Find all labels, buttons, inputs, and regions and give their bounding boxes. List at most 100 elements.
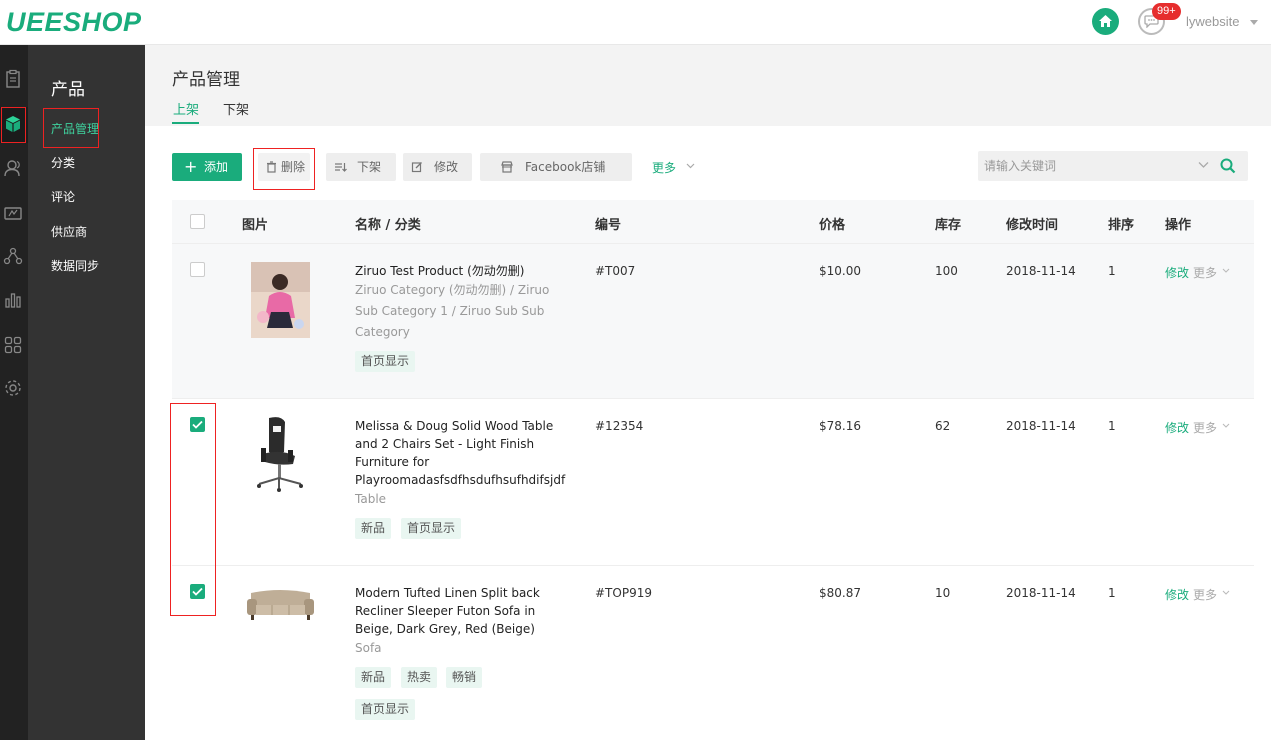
home-button[interactable]	[1092, 8, 1119, 35]
tab-underline	[172, 122, 199, 124]
rail-item-users[interactable]	[0, 151, 28, 187]
chevron-down-icon[interactable]	[1250, 20, 1258, 25]
chevron-down-icon[interactable]	[1222, 423, 1230, 428]
plus-icon: +	[184, 157, 198, 176]
product-stock: 10	[935, 586, 951, 600]
chevron-down-icon[interactable]	[1222, 268, 1230, 273]
product-tag: 首页显示	[355, 699, 416, 720]
row-more-dropdown[interactable]: 更多	[1193, 419, 1217, 436]
product-name[interactable]: Melissa & Doug Solid Wood Table and 2 Ch…	[355, 417, 565, 489]
brand-logo[interactable]: UEESHOP	[6, 7, 142, 38]
highlight-box	[253, 148, 315, 190]
product-name[interactable]: Modern Tufted Linen Split back Recliner …	[355, 584, 565, 638]
stats-icon	[5, 293, 21, 308]
search-box	[978, 151, 1248, 181]
column-header-stock: 库存	[935, 218, 962, 233]
store-icon	[501, 161, 513, 173]
facebook-store-button[interactable]: Facebook店铺	[480, 153, 632, 181]
settings-icon	[5, 380, 21, 396]
column-header-actions: 操作	[1165, 218, 1192, 233]
more-dropdown[interactable]: 更多	[652, 159, 676, 176]
product-tag: 热卖	[401, 667, 438, 688]
rail-item-share[interactable]	[0, 239, 28, 275]
facebook-store-button-label: Facebook店铺	[525, 160, 606, 174]
edit-icon	[411, 162, 422, 173]
highlight-box	[170, 403, 216, 616]
rail-item-orders[interactable]	[0, 62, 28, 98]
column-header-modified: 修改时间	[1006, 218, 1059, 233]
rail-item-marketing[interactable]	[0, 196, 28, 232]
edit-button[interactable]: 修改	[403, 153, 472, 181]
submenu-item-category[interactable]: 分类	[51, 154, 75, 171]
top-bar: UEESHOP 99+ lywebsite	[0, 0, 1271, 45]
product-stock: 62	[935, 419, 951, 433]
search-icon[interactable]	[1220, 158, 1236, 174]
row-edit-link[interactable]: 修改	[1165, 419, 1189, 436]
product-modified-date: 2018-11-14	[1006, 586, 1076, 600]
product-modified-date: 2018-11-14	[1006, 264, 1076, 278]
product-thumbnail[interactable]	[251, 416, 310, 494]
rail-item-settings[interactable]	[0, 371, 28, 407]
column-header-order: 排序	[1108, 218, 1135, 233]
search-input[interactable]	[978, 151, 1193, 181]
tab-listed[interactable]: 上架	[173, 99, 199, 118]
add-button[interactable]: + 添加	[172, 153, 242, 181]
column-header-sku: 编号	[595, 218, 622, 233]
table-row	[172, 566, 1254, 740]
product-stock: 100	[935, 264, 958, 278]
product-thumbnail[interactable]	[251, 262, 310, 338]
product-sku: #12354	[595, 419, 644, 433]
tab-unlisted[interactable]: 下架	[223, 99, 249, 118]
product-tag: 畅销	[446, 667, 483, 688]
product-modified-date: 2018-11-14	[1006, 419, 1076, 433]
row-checkbox[interactable]	[190, 262, 205, 277]
unlist-button-label: 下架	[357, 160, 382, 174]
chevron-down-icon[interactable]	[686, 163, 695, 169]
add-button-label: 添加	[204, 160, 229, 174]
product-category: Sofa	[355, 641, 382, 655]
rail-item-apps[interactable]	[0, 328, 28, 364]
icon-rail	[0, 45, 28, 740]
unlist-button[interactable]: 下架	[326, 153, 396, 181]
apps-icon	[4, 336, 22, 354]
product-sku: #T007	[595, 264, 636, 278]
product-sku: #TOP919	[595, 586, 652, 600]
orders-icon	[6, 69, 20, 88]
select-all-checkbox[interactable]	[190, 214, 205, 229]
submenu-item-data-sync[interactable]: 数据同步	[51, 257, 99, 274]
product-name[interactable]: Ziruo Test Product (勿动勿删)	[355, 262, 565, 280]
edit-button-label: 修改	[434, 160, 459, 174]
table-row	[172, 244, 1254, 399]
row-edit-link[interactable]: 修改	[1165, 264, 1189, 281]
submenu-item-supplier[interactable]: 供应商	[51, 223, 87, 240]
row-more-dropdown[interactable]: 更多	[1193, 586, 1217, 603]
home-icon	[1099, 15, 1112, 27]
highlight-box	[1, 107, 26, 143]
row-more-dropdown[interactable]: 更多	[1193, 264, 1217, 281]
product-category: Table	[355, 492, 387, 506]
row-edit-link[interactable]: 修改	[1165, 586, 1189, 603]
table-header	[172, 200, 1254, 244]
product-order: 1	[1108, 586, 1116, 600]
product-order: 1	[1108, 264, 1116, 278]
column-header-image: 图片	[242, 218, 269, 233]
product-order: 1	[1108, 419, 1116, 433]
column-header-price: 价格	[819, 218, 846, 233]
page-title: 产品管理	[172, 70, 240, 90]
chevron-down-icon[interactable]	[1198, 161, 1209, 169]
submenu-item-reviews[interactable]: 评论	[51, 188, 75, 205]
submenu-title: 产品	[51, 80, 85, 100]
chevron-down-icon[interactable]	[1222, 590, 1230, 595]
product-price: $78.16	[819, 419, 861, 433]
product-category: Ziruo Category (勿动勿删) / Ziruo Sub Catego…	[355, 283, 550, 339]
marketing-icon	[4, 207, 22, 220]
rail-item-stats[interactable]	[0, 283, 28, 319]
product-price: $80.87	[819, 586, 861, 600]
product-tag: 新品	[355, 518, 392, 539]
column-header-name: 名称 / 分类	[355, 218, 421, 233]
user-menu[interactable]: lywebsite	[1186, 14, 1239, 29]
product-thumbnail[interactable]	[245, 585, 316, 623]
users-icon	[4, 160, 20, 177]
submenu: 产品 产品管理 分类 评论 供应商 数据同步	[28, 45, 145, 740]
product-tag: 首页显示	[355, 351, 416, 372]
